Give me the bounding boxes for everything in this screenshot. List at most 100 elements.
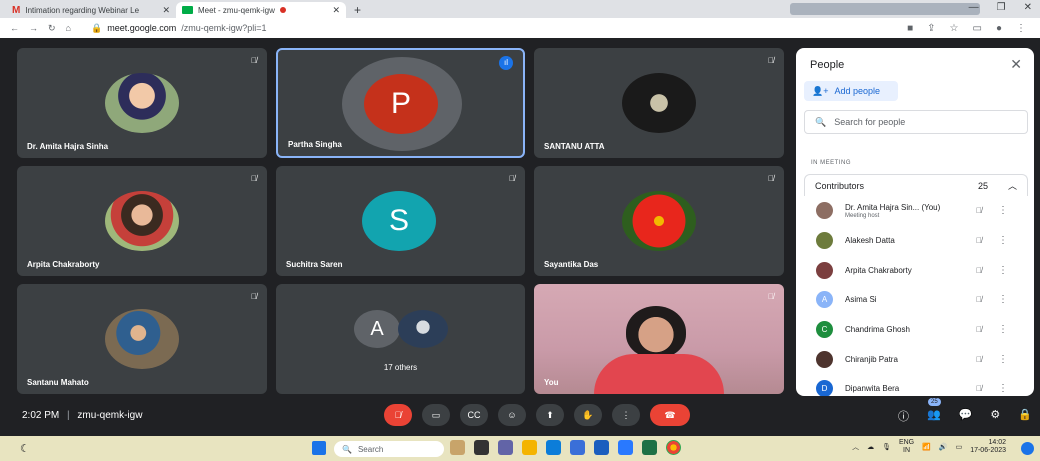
menu-icon[interactable]: ⋮	[1016, 23, 1026, 34]
muted-mic-icon: 🎙̸	[251, 56, 257, 65]
url-field[interactable]: 🔒 meet.google.com/zmu-qemk-igw?pli=1	[91, 23, 267, 34]
participant-tile-active-speaker[interactable]: P ıl Partha Singha	[276, 48, 525, 158]
present-screen-button[interactable]: ⬆	[536, 404, 564, 426]
participant-tile[interactable]: 🎙̸ Santanu Mahato	[17, 284, 267, 394]
weather-icon[interactable]: ☾	[20, 442, 30, 455]
contributors-header[interactable]: Contributors 25 ︿	[804, 174, 1028, 196]
muted-mic-icon[interactable]: 🎙̸	[976, 266, 982, 275]
notification-icon[interactable]	[1021, 442, 1034, 455]
camera-indicator-icon[interactable]: ■	[907, 23, 913, 34]
people-icon[interactable]: 👥	[927, 408, 941, 424]
more-options-icon[interactable]: ⋮	[998, 235, 1008, 246]
share-icon[interactable]: ⇪	[927, 23, 935, 34]
restore-icon[interactable]: ❐	[997, 2, 1006, 13]
mic-toggle-button[interactable]: 🎙̸	[384, 404, 412, 426]
close-tab-icon[interactable]: ✕	[162, 5, 170, 16]
muted-mic-icon[interactable]: 🎙̸	[976, 206, 982, 215]
more-options-icon[interactable]: ⋮	[998, 354, 1008, 365]
cloud-icon[interactable]: ☁	[867, 443, 874, 451]
close-window-icon[interactable]: ✕	[1024, 2, 1032, 13]
tab-gmail[interactable]: M Intimation regarding Webinar Le ✕	[6, 2, 176, 18]
participant-name: Suchitra Saren	[286, 260, 343, 269]
more-options-icon[interactable]: ⋮	[998, 265, 1008, 276]
recording-indicator-icon	[279, 7, 286, 13]
more-options-button[interactable]: ⋮	[612, 404, 640, 426]
taskbar-clock[interactable]: 14:02 17-06-2023	[970, 439, 1006, 455]
file-explorer-icon[interactable]	[522, 440, 537, 455]
participant-tile[interactable]: 🎙̸ Sayantika Das	[534, 166, 784, 276]
participant-tile[interactable]: 🎙̸ Dr. Amita Hajra Sinha	[17, 48, 267, 158]
more-options-icon[interactable]: ⋮	[998, 205, 1008, 216]
volume-icon[interactable]: 🔊	[939, 443, 948, 451]
list-item[interactable]: Dr. Amita Hajra Sin... (You) Meeting host…	[804, 196, 1028, 226]
wifi-icon[interactable]: 📶	[922, 443, 931, 451]
reload-icon[interactable]: ↻	[48, 23, 56, 34]
list-item[interactable]: Alakesh Datta 🎙̸ ⋮	[804, 226, 1028, 256]
camera-toggle-button[interactable]: ▭	[422, 404, 450, 426]
bookmark-star-icon[interactable]: ☆	[950, 23, 959, 34]
end-call-button[interactable]: ☎	[650, 404, 690, 426]
more-options-icon[interactable]: ⋮	[998, 324, 1008, 335]
language-top: ENG	[898, 439, 915, 446]
tray-expand-icon[interactable]: ︿	[852, 442, 859, 452]
meeting-controls-bar: 2:02 PM | zmu-qemk-igw 🎙̸ ▭ CC ☺ ⬆ ✋ ⋮ ☎…	[0, 396, 1040, 436]
minimize-icon[interactable]: —	[969, 2, 979, 13]
muted-mic-icon[interactable]: 🎙̸	[976, 295, 982, 304]
emoji-reaction-button[interactable]: ☺	[498, 404, 526, 426]
edge-icon[interactable]	[546, 440, 561, 455]
chat-icon[interactable]: 💬	[959, 408, 973, 424]
participant-tile[interactable]: 🎙̸ Arpita Chakraborty	[17, 166, 267, 276]
participant-name: Sayantika Das	[544, 260, 599, 269]
self-video-tile[interactable]: 🎙̸ You	[534, 284, 784, 394]
new-tab-button[interactable]: +	[354, 2, 361, 18]
list-item[interactable]: Chiranjib Patra 🎙̸ ⋮	[804, 344, 1028, 374]
list-item[interactable]: Arpita Chakraborty 🎙̸ ⋮	[804, 255, 1028, 285]
list-item[interactable]: D Dipanwita Bera 🎙̸ ⋮	[804, 374, 1028, 396]
excel-icon[interactable]	[642, 440, 657, 455]
home-icon[interactable]: ⌂	[66, 23, 71, 33]
profile-avatar[interactable]: ●	[996, 23, 1002, 34]
list-item[interactable]: A Asima Si 🎙̸ ⋮	[804, 285, 1028, 315]
raise-hand-button[interactable]: ✋	[574, 404, 602, 426]
battery-icon[interactable]: ▭	[956, 443, 963, 451]
widgets-icon[interactable]	[450, 440, 465, 455]
more-options-icon[interactable]: ⋮	[998, 294, 1008, 305]
muted-mic-icon[interactable]: 🎙̸	[976, 384, 982, 393]
tab-meet[interactable]: Meet - zmu-qemk-igw ✕	[176, 2, 346, 18]
host-controls-icon[interactable]: 🔒	[1018, 408, 1032, 424]
meeting-details-icon[interactable]: ⓘ	[898, 408, 909, 424]
participant-tile[interactable]: S 🎙̸ Suchitra Saren	[276, 166, 525, 276]
participant-avatar	[622, 73, 696, 133]
muted-mic-icon[interactable]: 🎙̸	[976, 236, 982, 245]
list-item[interactable]: C Chandrima Ghosh 🎙̸ ⋮	[804, 315, 1028, 345]
taskbar-search[interactable]: 🔍 Search	[334, 441, 444, 457]
windows-start-icon[interactable]	[312, 441, 326, 455]
close-icon[interactable]: ✕	[1010, 56, 1022, 73]
participant-avatar	[105, 73, 179, 133]
chrome-icon[interactable]	[666, 440, 681, 455]
app-icon[interactable]	[618, 440, 633, 455]
forward-icon[interactable]: →	[29, 23, 38, 33]
add-people-button[interactable]: 👤+ Add people	[804, 81, 898, 101]
muted-mic-icon[interactable]: 🎙̸	[976, 325, 982, 334]
more-options-icon[interactable]: ⋮	[998, 383, 1008, 394]
sidebar-icon[interactable]: ▭	[973, 23, 982, 34]
close-tab-icon[interactable]: ✕	[332, 5, 340, 16]
task-view-icon[interactable]	[474, 440, 489, 455]
toolbar-icons: ■ ⇪ ☆ ▭ ● ⋮	[907, 23, 1040, 34]
mic-tray-icon[interactable]: 🎙	[882, 443, 891, 451]
activities-icon[interactable]: ⚙	[990, 408, 1000, 424]
word-icon[interactable]	[594, 440, 609, 455]
browser-chrome: M Intimation regarding Webinar Le ✕ Meet…	[0, 0, 1040, 38]
back-icon[interactable]: ←	[10, 23, 19, 33]
others-tile[interactable]: A 17 others	[276, 284, 525, 394]
chevron-up-icon[interactable]: ︿	[1008, 179, 1017, 192]
teams-icon[interactable]	[498, 440, 513, 455]
store-icon[interactable]	[570, 440, 585, 455]
search-people-input[interactable]: 🔍 Search for people	[804, 110, 1028, 134]
captions-button[interactable]: CC	[460, 404, 488, 426]
participant-tile[interactable]: 🎙̸ SANTANU ATTA	[534, 48, 784, 158]
avatar	[816, 350, 833, 368]
language-indicator[interactable]: ENG IN	[899, 439, 914, 455]
muted-mic-icon[interactable]: 🎙̸	[976, 355, 982, 364]
